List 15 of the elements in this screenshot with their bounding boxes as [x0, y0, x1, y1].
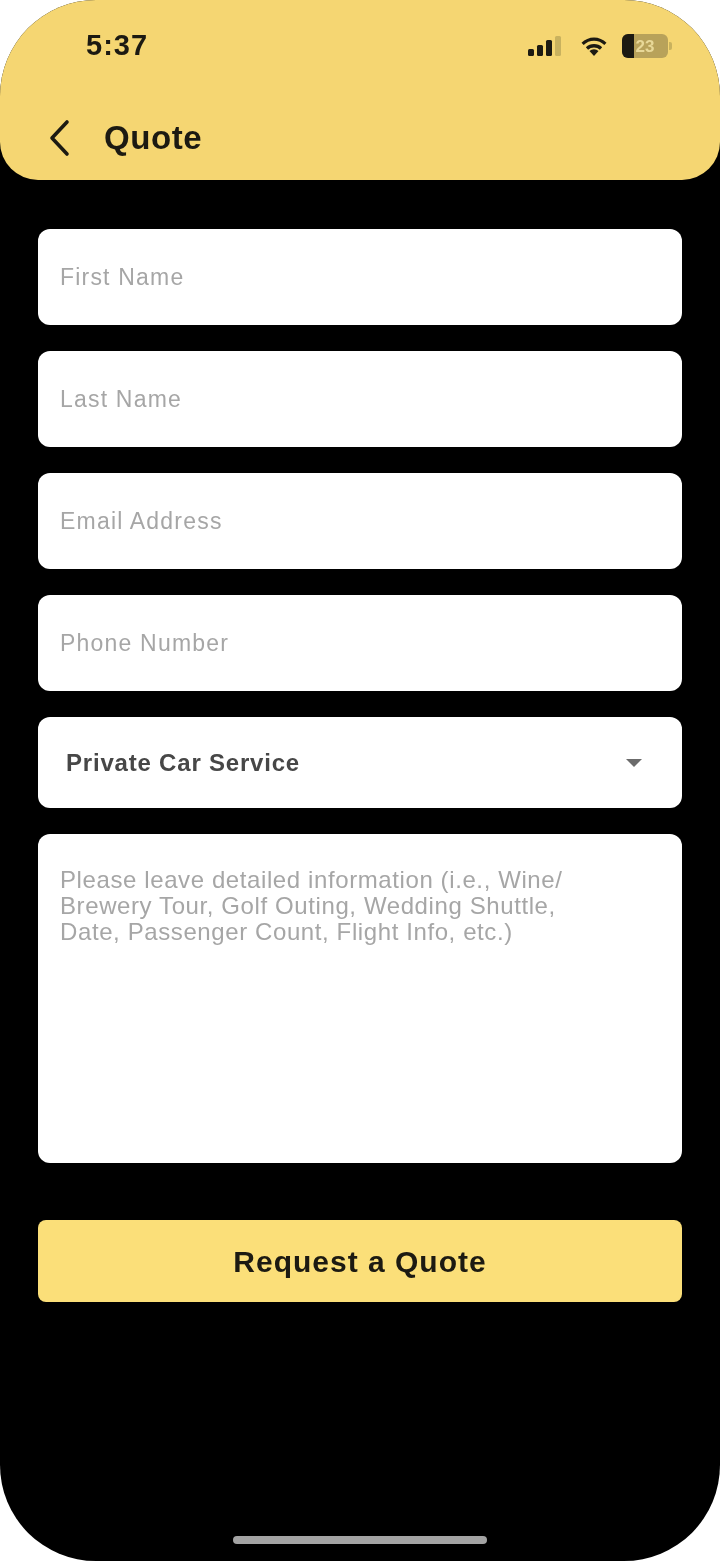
dropdown-value: Private Car Service	[66, 747, 300, 778]
service-dropdown[interactable]: Private Car Service	[38, 717, 682, 808]
battery-percentage: 23	[634, 35, 656, 58]
details-text-area[interactable]: Please leave detailed information (i.e., Wine/ Brewery Tour, Golf Outing, Wedding Shuttle, Date, Passenger Count, Flight Info, etc.)	[38, 834, 682, 1163]
text-input-field[interactable]: Last Name	[38, 351, 682, 447]
request-quote-button[interactable]: Request a Quote	[38, 1220, 682, 1302]
caret-icon	[626, 758, 642, 767]
status-time: 5:37	[86, 28, 149, 64]
wifi-icon	[580, 36, 608, 56]
text-input-field[interactable]: First Name	[38, 229, 682, 325]
text-input-field[interactable]: Phone Number	[38, 595, 682, 691]
back-icon	[48, 118, 70, 157]
text-input-field[interactable]: Email Address	[38, 473, 682, 569]
page-title: Quote	[104, 118, 203, 158]
signal-icon	[528, 36, 562, 56]
